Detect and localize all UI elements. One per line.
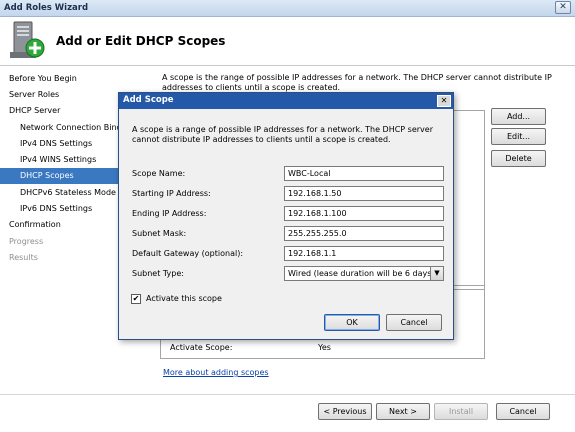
- previous-button[interactable]: < Previous: [318, 403, 372, 420]
- dialog-ok-button[interactable]: OK: [324, 314, 380, 331]
- starting-ip-input[interactable]: 192.168.1.50: [284, 186, 444, 201]
- chevron-down-icon[interactable]: ▼: [430, 267, 443, 280]
- starting-ip-label: Starting IP Address:: [132, 189, 211, 198]
- activate-scope-value: Yes: [318, 343, 331, 352]
- dialog-description: A scope is a range of possible IP addres…: [132, 125, 433, 144]
- subnet-type-label: Subnet Type:: [132, 269, 184, 278]
- ending-ip-input[interactable]: 192.168.1.100: [284, 206, 444, 221]
- cancel-button[interactable]: Cancel: [496, 403, 550, 420]
- footer-divider: [0, 394, 575, 395]
- activate-scope-checkbox-label[interactable]: Activate this scope: [146, 293, 222, 305]
- dialog-title: Add Scope: [123, 95, 174, 105]
- nav-item-before-you-begin[interactable]: Before You Begin: [0, 71, 150, 87]
- install-button: Install: [434, 403, 488, 420]
- add-scope-button[interactable]: Add...: [491, 108, 546, 125]
- subnet-mask-label: Subnet Mask:: [132, 229, 187, 238]
- ending-ip-label: Ending IP Address:: [132, 209, 207, 218]
- dialog-titlebar: Add Scope ✕: [119, 93, 453, 109]
- page-title: Add or Edit DHCP Scopes: [56, 34, 226, 48]
- next-button[interactable]: Next >: [376, 403, 430, 420]
- subnet-type-select[interactable]: Wired (lease duration will be 6 days) ▼: [284, 266, 444, 281]
- window-title: Add Roles Wizard: [4, 3, 89, 13]
- subnet-type-value: Wired (lease duration will be 6 days): [288, 269, 435, 278]
- default-gateway-input[interactable]: 192.168.1.1: [284, 246, 444, 261]
- dialog-close-button[interactable]: ✕: [437, 95, 451, 107]
- more-about-scopes-link[interactable]: More about adding scopes: [163, 368, 269, 377]
- delete-scope-button[interactable]: Delete: [491, 150, 546, 167]
- scope-name-label: Scope Name:: [132, 169, 186, 178]
- edit-scope-button[interactable]: Edit...: [491, 128, 546, 145]
- scope-name-input[interactable]: WBC-Local: [284, 166, 444, 181]
- add-scope-dialog: Add Scope ✕ A scope is a range of possib…: [118, 92, 454, 340]
- activate-scope-checkbox[interactable]: ✔: [131, 294, 141, 304]
- window-close-button[interactable]: ✕: [555, 1, 571, 14]
- dialog-cancel-button[interactable]: Cancel: [386, 314, 442, 331]
- default-gateway-label: Default Gateway (optional):: [132, 249, 244, 258]
- activate-scope-label: Activate Scope:: [170, 343, 233, 352]
- window-titlebar: Add Roles Wizard ✕: [0, 0, 575, 17]
- server-add-icon: [10, 21, 45, 58]
- wizard-header: Add or Edit DHCP Scopes: [0, 17, 575, 66]
- subnet-mask-input[interactable]: 255.255.255.0: [284, 226, 444, 241]
- scopes-description: A scope is the range of possible IP addr…: [162, 73, 552, 92]
